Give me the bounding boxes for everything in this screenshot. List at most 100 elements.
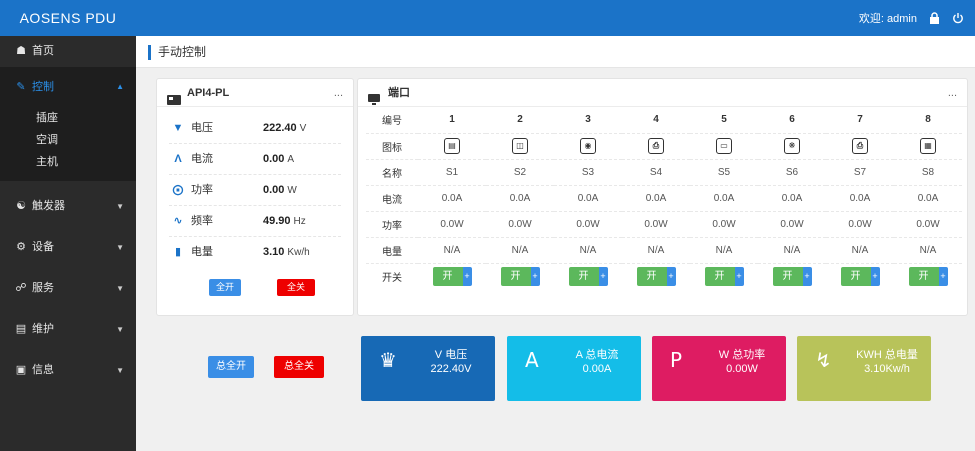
port-table: 编号 1 2 3 4 5 6 7 8 图标 ▤ ◫ ◉ ⎙ ▭ ❋ ⎙ ▦ 名称 S1 S2 S3 S4 S5 S6 S7 S8 电流…: [366, 107, 962, 289]
battery-icon: ▮: [174, 246, 182, 258]
switch-plus-button[interactable]: +: [530, 266, 540, 286]
gear-icon: ⚙: [16, 241, 26, 253]
power-unit: W: [287, 185, 297, 196]
port-row-power: 功率 0.0W 0.0W 0.0W 0.0W 0.0W 0.0W 0.0W 0.0W: [366, 211, 962, 238]
port-power-cell: 0.0W: [622, 211, 690, 238]
fan-icon: ❋: [784, 138, 800, 154]
switch-on-label[interactable]: 开: [500, 266, 531, 286]
switch-plus-button[interactable]: +: [938, 266, 948, 286]
port-current-cell: 0.0A: [622, 185, 690, 212]
sidebar-item-info[interactable]: ▣ 信息 ▼: [0, 355, 136, 386]
port-switch-button[interactable]: 开 +: [432, 266, 472, 286]
sidebar: ☗ 首页 ✎ 控制 ▲ 插座 空调 主机 ☯ 触发器 ▼ ⚙ 设备 ▼ ☍ 服务 ▼ ▤ 维…: [0, 36, 136, 451]
row-label-switch: 开关: [382, 272, 402, 284]
tile-value: 222.40V: [430, 363, 472, 375]
port-switch-button[interactable]: 开 +: [636, 266, 676, 286]
frequency-row: ∿ 频率 49.90 Hz: [169, 206, 341, 237]
device-panel: API4-PL ... ▼ 电压 222.40 V Λ 电流 0.00 A ⨀ 功率…: [156, 78, 354, 316]
row-label-number: 编号: [366, 107, 418, 134]
switch-plus-button[interactable]: +: [734, 266, 744, 286]
port-power-cell: 0.0W: [894, 211, 962, 238]
switch-icon: ◫: [512, 138, 528, 154]
port-switch-button[interactable]: 开 +: [772, 266, 812, 286]
energy-tile: ↯ KWH 总电量 3.10Kw/h: [797, 336, 931, 401]
port-number-cell: 1: [418, 107, 486, 134]
tile-symbol: P: [670, 348, 683, 372]
switch-plus-button[interactable]: +: [802, 266, 812, 286]
switch-on-label[interactable]: 开: [568, 266, 599, 286]
port-power-cell: 0.0W: [826, 211, 894, 238]
port-current-cell: 0.0A: [554, 185, 622, 212]
sidebar-item-label: 控制: [32, 81, 54, 93]
device-all-off-button[interactable]: 全关: [277, 279, 315, 296]
main-content: 手动控制 API4-PL ... ▼ 电压 222.40 V Λ 电流 0.00 A…: [136, 36, 975, 451]
switch-plus-button[interactable]: +: [870, 266, 880, 286]
port-switch-button[interactable]: 开 +: [908, 266, 948, 286]
chevron-down-icon: ▼: [116, 243, 124, 252]
sidebar-item-label: 维护: [32, 323, 54, 335]
sidebar-item-label: 信息: [32, 364, 54, 376]
tile-value: 0.00A: [582, 363, 612, 375]
shield-icon: ☍: [15, 282, 27, 294]
switch-on-label[interactable]: 开: [636, 266, 667, 286]
panel-icon: ▦: [920, 138, 936, 154]
switch-on-label[interactable]: 开: [432, 266, 463, 286]
control-icon: ✎: [16, 81, 26, 93]
port-energy-cell: N/A: [690, 237, 758, 264]
sidebar-item-trigger[interactable]: ☯ 触发器 ▼: [0, 191, 136, 222]
port-name-cell: S3: [554, 159, 622, 186]
port-switch-button[interactable]: 开 +: [568, 266, 608, 286]
global-all-off-button[interactable]: 总全关: [274, 356, 324, 378]
port-name-cell: S5: [690, 159, 758, 186]
port-switch-button[interactable]: 开 +: [500, 266, 540, 286]
home-icon: ☗: [16, 45, 26, 57]
device-icon: [167, 88, 181, 106]
page-header: 手动控制: [136, 36, 975, 68]
port-number-cell: 8: [894, 107, 962, 134]
port-current-cell: 0.0A: [486, 185, 554, 212]
row-label-icon: 图标: [366, 133, 418, 160]
port-switch-cell: 开 +: [486, 263, 554, 289]
port-icon-cell: ▭: [690, 133, 758, 160]
voltage-icon: ♛: [379, 348, 397, 372]
tile-value: 0.00W: [726, 363, 758, 375]
brand-logo[interactable]: AOSENS PDU: [0, 0, 136, 36]
lock-icon[interactable]: [927, 11, 941, 25]
frequency-label: 频率: [191, 215, 213, 227]
power-gauge-icon: ⨀: [172, 184, 184, 196]
port-row-name: 名称 S1 S2 S3 S4 S5 S6 S7 S8: [366, 159, 962, 186]
sidebar-item-device[interactable]: ⚙ 设备 ▼: [0, 232, 136, 263]
switch-plus-button[interactable]: +: [462, 266, 472, 286]
switch-plus-button[interactable]: +: [666, 266, 676, 286]
tile-symbol: A: [525, 348, 539, 372]
switch-on-label[interactable]: 开: [908, 266, 939, 286]
power-label: 功率: [191, 184, 213, 196]
port-energy-cell: N/A: [826, 237, 894, 264]
voltage-icon: ▼: [172, 122, 184, 134]
more-button[interactable]: ...: [948, 79, 957, 107]
port-power-cell: 0.0W: [758, 211, 826, 238]
chevron-down-icon: ▼: [116, 366, 124, 375]
port-switch-button[interactable]: 开 +: [840, 266, 880, 286]
sidebar-item-host[interactable]: 主机: [0, 151, 136, 173]
sidebar-item-control[interactable]: ✎ 控制 ▲: [0, 67, 136, 107]
sidebar-item-maintain[interactable]: ▤ 维护 ▼: [0, 314, 136, 345]
port-number-cell: 5: [690, 107, 758, 134]
sidebar-item-service[interactable]: ☍ 服务 ▼: [0, 273, 136, 304]
switch-on-label[interactable]: 开: [704, 266, 735, 286]
switch-on-label[interactable]: 开: [840, 266, 871, 286]
port-power-cell: 0.0W: [418, 211, 486, 238]
power-icon[interactable]: [951, 11, 965, 25]
sidebar-item-aircon[interactable]: 空调: [0, 129, 136, 151]
port-switch-cell: 开 +: [758, 263, 826, 289]
port-switch-button[interactable]: 开 +: [704, 266, 744, 286]
sidebar-item-home[interactable]: ☗ 首页: [0, 36, 136, 67]
switch-plus-button[interactable]: +: [598, 266, 608, 286]
device-all-on-button[interactable]: 全开: [209, 279, 241, 296]
sidebar-item-socket[interactable]: 插座: [0, 107, 136, 129]
voltage-unit: V: [299, 123, 307, 134]
more-button[interactable]: ...: [334, 79, 343, 107]
printer-icon: ⎙: [648, 138, 664, 154]
switch-on-label[interactable]: 开: [772, 266, 803, 286]
global-all-on-button[interactable]: 总全开: [208, 356, 254, 378]
